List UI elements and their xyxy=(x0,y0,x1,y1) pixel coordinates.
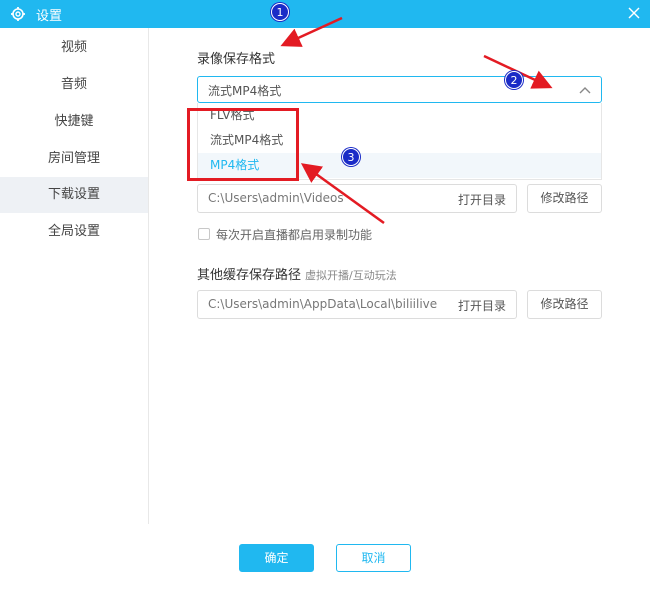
cache-open-directory-button[interactable]: 打开目录 xyxy=(458,297,506,314)
auto-record-checkbox[interactable] xyxy=(198,228,210,240)
window-title: 设置 xyxy=(36,9,63,24)
cache-path-title: 其他缓存保存路径 xyxy=(197,268,302,283)
sidebar-item-shortcuts[interactable]: 快捷键 xyxy=(0,104,148,140)
gear-icon xyxy=(11,7,25,21)
cache-path-hint: 虚拟开播/互动玩法 xyxy=(305,269,397,282)
sidebar-item-audio[interactable]: 音频 xyxy=(0,67,148,103)
cache-change-path-button[interactable]: 修改路径 xyxy=(527,290,602,319)
annotation-badge-3: 3 xyxy=(342,148,360,166)
close-icon[interactable] xyxy=(626,5,642,21)
sidebar-item-download-settings[interactable]: 下载设置 xyxy=(0,177,148,213)
annotation-badge-1: 1 xyxy=(271,3,289,21)
sidebar-item-room-management[interactable]: 房间管理 xyxy=(0,141,148,177)
recording-format-label: 录像保存格式 xyxy=(197,52,276,67)
ok-button[interactable]: 确定 xyxy=(239,544,314,572)
annotation-badge-2: 2 xyxy=(505,71,523,89)
sidebar-item-global-settings[interactable]: 全局设置 xyxy=(0,214,148,250)
auto-record-label: 每次开启直播都启用录制功能 xyxy=(216,228,373,242)
sidebar-divider xyxy=(148,28,149,524)
open-directory-button[interactable]: 打开目录 xyxy=(458,191,506,208)
recording-format-value: 流式MP4格式 xyxy=(208,84,282,98)
sidebar-item-video[interactable]: 视频 xyxy=(0,30,148,66)
recording-format-select[interactable]: 流式MP4格式 xyxy=(197,76,602,103)
download-path-field[interactable]: C:\Users\admin\Videos 打开目录 xyxy=(197,184,517,213)
annotation-highlight-box xyxy=(187,108,299,181)
cancel-button[interactable]: 取消 xyxy=(336,544,411,572)
cache-path-label: 其他缓存保存路径 虚拟开播/互动玩法 xyxy=(197,264,397,283)
cache-path-field[interactable]: C:\Users\admin\AppData\Local\biliilive 打… xyxy=(197,290,517,319)
title-bar: 设置 xyxy=(0,0,650,28)
change-path-button[interactable]: 修改路径 xyxy=(527,184,602,213)
chevron-up-icon[interactable] xyxy=(579,85,591,95)
sidebar: 视频 音频 快捷键 房间管理 下载设置 全局设置 xyxy=(0,28,148,524)
cache-path-value: C:\Users\admin\AppData\Local\biliilive xyxy=(208,297,438,311)
download-path-value: C:\Users\admin\Videos xyxy=(208,191,344,205)
